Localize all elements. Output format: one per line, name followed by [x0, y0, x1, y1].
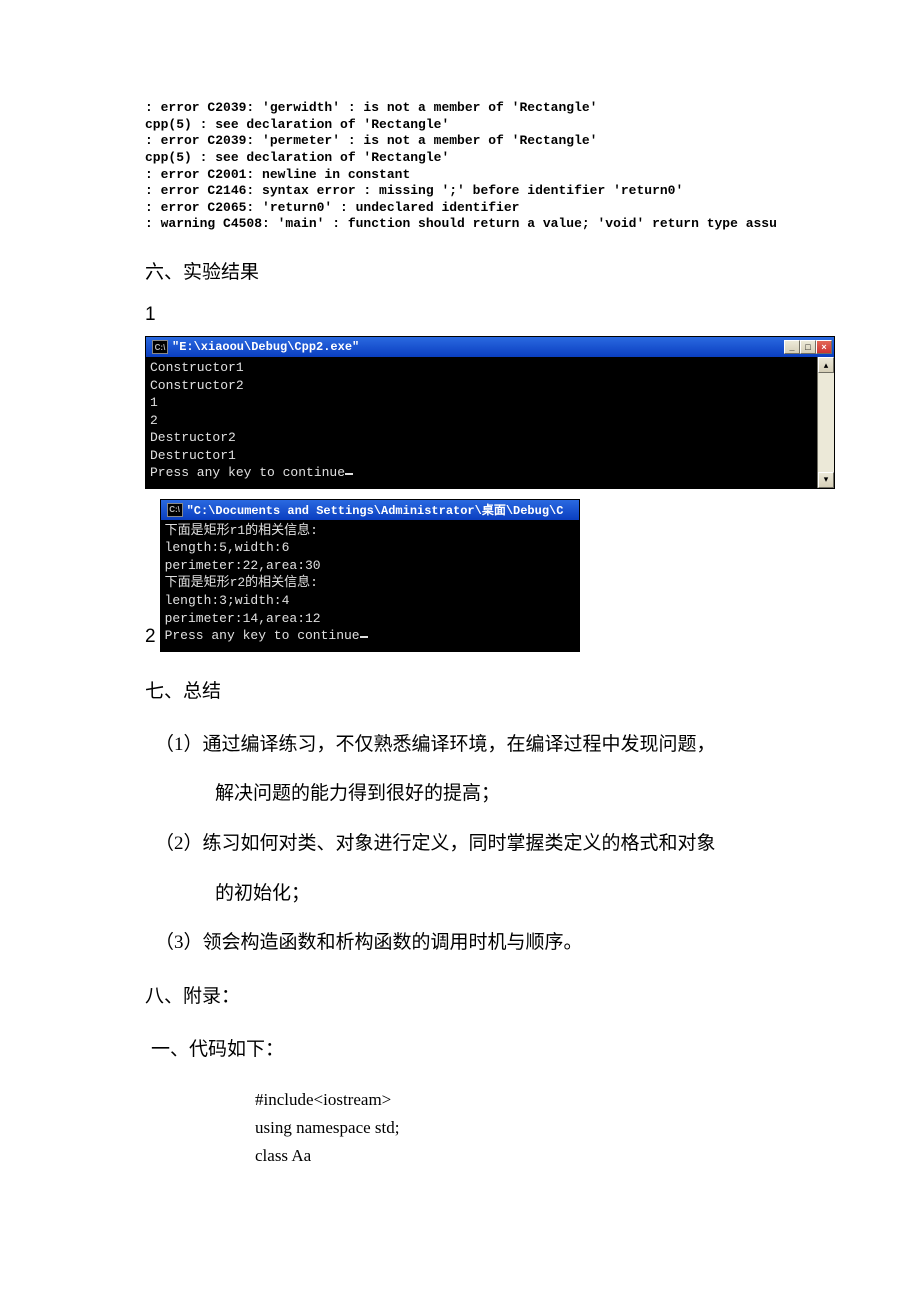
scroll-track[interactable]	[818, 373, 834, 472]
console-line: 下面是矩形r2的相关信息:	[165, 575, 318, 590]
appendix-sub-heading: 一、代码如下：	[151, 1028, 790, 1072]
console-line: 2	[150, 413, 158, 428]
compiler-line: : error C2146: syntax error : missing ';…	[145, 183, 683, 198]
console-window-2: C:\ "C:\Documents and Settings\Administr…	[160, 499, 580, 652]
code-line: #include<iostream>	[255, 1086, 790, 1114]
console-output: Constructor1 Constructor2 1 2 Destructor…	[146, 357, 817, 488]
console-line: length:3;width:4	[165, 593, 290, 608]
section-heading-seven: 七、总结	[145, 676, 790, 703]
titlebar: C:\ "E:\xiaoou\Debug\Cpp2.exe" _ □ ×	[146, 337, 834, 357]
compiler-line: : warning C4508: 'main' : function shoul…	[145, 216, 777, 231]
summary-item-1b: 解决问题的能力得到很好的提高；	[145, 772, 790, 816]
scrollbar-vertical[interactable]: ▴ ▾	[817, 357, 834, 488]
console-line: Press any key to continue	[150, 465, 345, 480]
compiler-line: cpp(5) : see declaration of 'Rectangle'	[145, 150, 449, 165]
compiler-error-list: : error C2039: 'gerwidth' : is not a mem…	[145, 100, 790, 233]
compiler-line: : error C2001: newline in constant	[145, 167, 410, 182]
scroll-up-button[interactable]: ▴	[818, 357, 834, 373]
maximize-button[interactable]: □	[800, 340, 816, 354]
compiler-line: : error C2039: 'permeter' : is not a mem…	[145, 133, 597, 148]
close-button[interactable]: ×	[816, 340, 832, 354]
summary-item-2b: 的初始化；	[145, 872, 790, 916]
console-window-1: C:\ "E:\xiaoou\Debug\Cpp2.exe" _ □ × Con…	[145, 336, 835, 489]
result-number-2: 2	[145, 626, 156, 648]
console-line: Destructor1	[150, 448, 236, 463]
console-line: 1	[150, 395, 158, 410]
code-line: using namespace std;	[255, 1114, 790, 1142]
console-line: 下面是矩形r1的相关信息:	[165, 523, 318, 538]
cmd-icon: C:\	[167, 503, 183, 517]
console-line: Constructor1	[150, 360, 244, 375]
cursor-icon	[360, 636, 368, 638]
window-title: "C:\Documents and Settings\Administrator…	[187, 501, 564, 518]
summary-item-3: （3）领会构造函数和析构函数的调用时机与顺序。	[145, 921, 790, 965]
code-line: class Aa	[255, 1142, 790, 1170]
section-heading-six: 六、实验结果	[145, 257, 790, 284]
summary-item-2: （2）练习如何对类、对象进行定义，同时掌握类定义的格式和对象	[145, 822, 790, 866]
compiler-line: cpp(5) : see declaration of 'Rectangle'	[145, 117, 449, 132]
console-line: Constructor2	[150, 378, 244, 393]
code-snippet: #include<iostream> using namespace std; …	[255, 1086, 790, 1170]
minimize-button[interactable]: _	[784, 340, 800, 354]
compiler-line: : error C2039: 'gerwidth' : is not a mem…	[145, 100, 597, 115]
scroll-down-button[interactable]: ▾	[818, 472, 834, 488]
console-line: length:5,width:6	[165, 540, 290, 555]
console-line: perimeter:14,area:12	[165, 611, 321, 626]
titlebar: C:\ "C:\Documents and Settings\Administr…	[161, 500, 579, 520]
console-line: Press any key to continue	[165, 628, 360, 643]
summary-item-1: （1）通过编译练习，不仅熟悉编译环境，在编译过程中发现问题，	[145, 723, 790, 767]
console-line: perimeter:22,area:30	[165, 558, 321, 573]
console-line: Destructor2	[150, 430, 236, 445]
console-output: 下面是矩形r1的相关信息: length:5,width:6 perimeter…	[161, 520, 579, 651]
compiler-line: : error C2065: 'return0' : undeclared id…	[145, 200, 519, 215]
cmd-icon: C:\	[152, 340, 168, 354]
section-heading-eight: 八、附录：	[145, 981, 790, 1008]
cursor-icon	[345, 473, 353, 475]
result-number-1: 1	[145, 304, 790, 326]
window-title: "E:\xiaoou\Debug\Cpp2.exe"	[172, 340, 359, 354]
